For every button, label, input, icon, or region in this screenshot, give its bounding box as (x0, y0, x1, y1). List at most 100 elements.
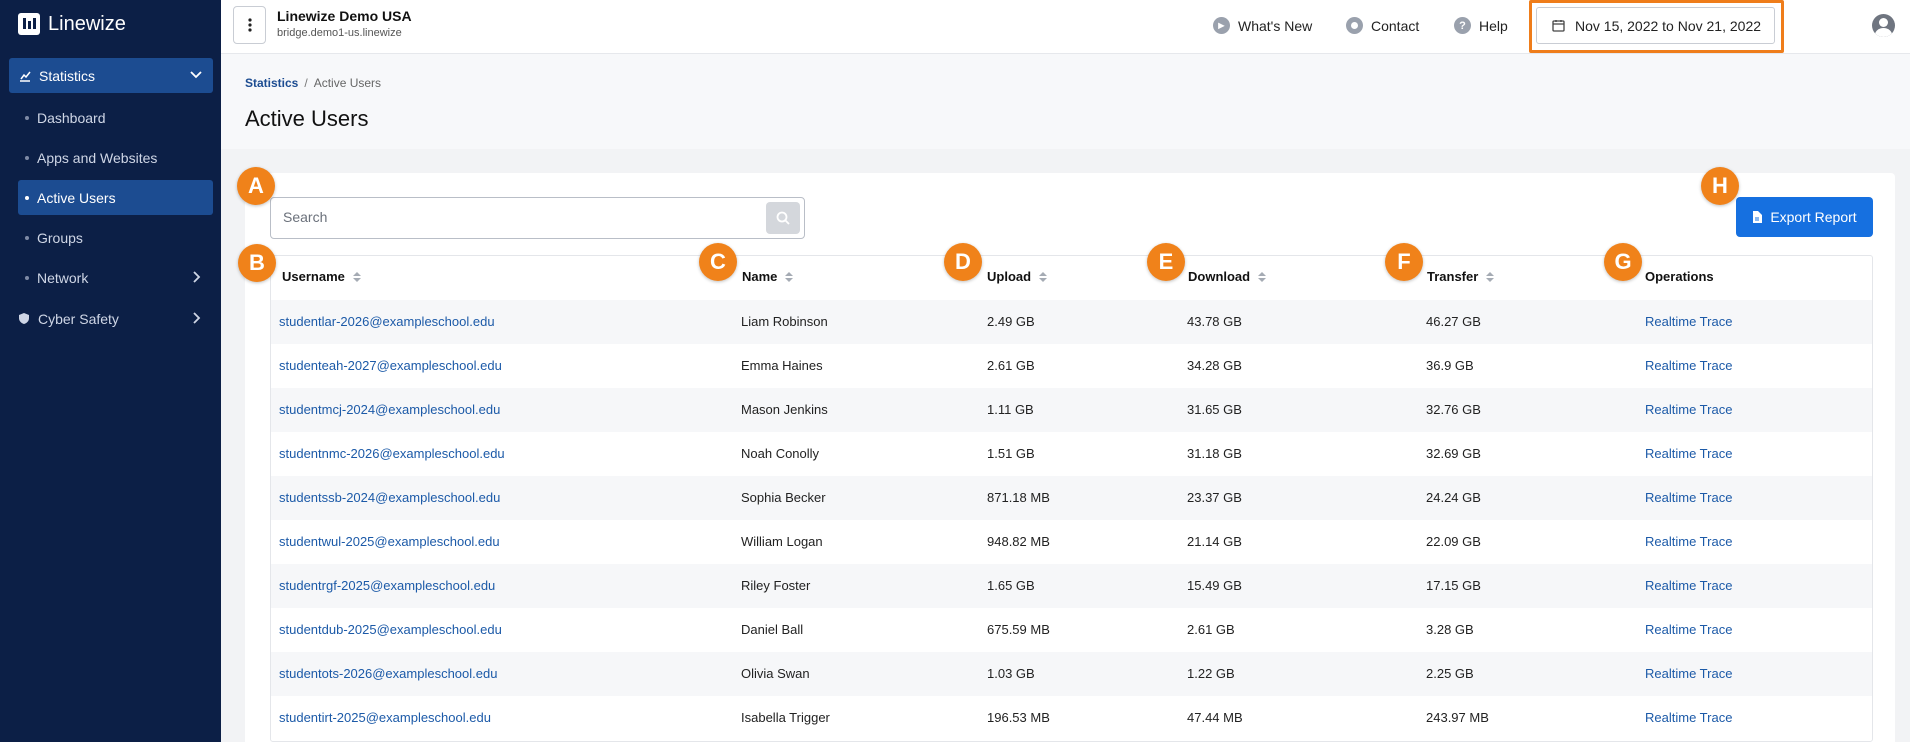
realtime-trace-link[interactable]: Realtime Trace (1645, 490, 1732, 505)
sort-icon (1486, 271, 1495, 282)
table-row: studenteah-2027@exampleschool.edu Emma Ha… (271, 344, 1872, 388)
cell-upload: 1.03 GB (987, 666, 1035, 681)
sidebar-item-dashboard[interactable]: Dashboard (18, 100, 213, 135)
table-row: studentmcj-2024@exampleschool.edu Mason J… (271, 388, 1872, 432)
realtime-trace-link[interactable]: Realtime Trace (1645, 402, 1732, 417)
cell-username[interactable]: studentlar-2026@exampleschool.edu (279, 314, 495, 329)
cell-name: Noah Conolly (741, 446, 820, 461)
cell-upload: 871.18 MB (987, 490, 1050, 505)
cell-transfer: 32.76 GB (1426, 402, 1481, 417)
sidebar-item-groups[interactable]: Groups (18, 220, 213, 255)
cell-username[interactable]: studentnmc-2026@exampleschool.edu (279, 446, 505, 461)
sidebar-section-statistics[interactable]: Statistics (9, 58, 213, 93)
cell-upload: 196.53 MB (987, 710, 1050, 725)
sidebar-item-network[interactable]: Network (18, 260, 213, 295)
contact-label: Contact (1371, 17, 1420, 34)
brand-logo[interactable]: Linewize (18, 12, 126, 36)
table-row: studentdub-2025@exampleschool.edu Daniel … (271, 608, 1872, 652)
cell-name: Sophia Becker (741, 490, 826, 505)
cell-upload: 948.82 MB (987, 534, 1050, 549)
sort-icon (1039, 271, 1048, 282)
table-row: studentrgf-2025@exampleschool.edu Riley F… (271, 564, 1872, 608)
linewize-logo-icon (18, 13, 40, 35)
sidebar-item-label: Active Users (37, 189, 116, 206)
cell-name: Daniel Ball (741, 622, 804, 637)
cell-name: Riley Foster (741, 578, 811, 593)
date-range-label: Nov 15, 2022 to Nov 21, 2022 (1575, 17, 1762, 34)
column-header-name[interactable]: Name (742, 269, 794, 284)
realtime-trace-link[interactable]: Realtime Trace (1645, 446, 1732, 461)
cell-download: 43.78 GB (1187, 314, 1242, 329)
chat-icon (1346, 17, 1363, 34)
column-header-download[interactable]: Download (1188, 269, 1267, 284)
cell-transfer: 46.27 GB (1426, 314, 1481, 329)
table-row: studentwul-2025@exampleschool.edu William… (271, 520, 1872, 564)
cell-username[interactable]: studentrgf-2025@exampleschool.edu (279, 578, 495, 593)
cell-username[interactable]: studentssb-2024@exampleschool.edu (279, 490, 500, 505)
cell-username[interactable]: studentdub-2025@exampleschool.edu (279, 622, 502, 637)
cell-username[interactable]: studentwul-2025@exampleschool.edu (279, 534, 500, 549)
column-header-transfer[interactable]: Transfer (1427, 269, 1495, 284)
breadcrumb-separator: / (304, 76, 308, 90)
cell-transfer: 17.15 GB (1426, 578, 1481, 593)
cell-username[interactable]: studentmcj-2024@exampleschool.edu (279, 402, 500, 417)
kebab-menu-icon (247, 18, 252, 32)
cell-username[interactable]: studentirt-2025@exampleschool.edu (279, 710, 491, 725)
cell-name: Emma Haines (741, 358, 823, 373)
user-avatar-icon[interactable] (1872, 14, 1895, 37)
search-input[interactable] (283, 209, 733, 225)
realtime-trace-link[interactable]: Realtime Trace (1645, 358, 1732, 373)
sidebar-item-cyber-safety[interactable]: Cyber Safety (18, 301, 213, 336)
annotation-badge-a: A (237, 167, 275, 205)
chevron-right-icon (193, 271, 201, 283)
search-icon (776, 211, 790, 225)
brand-name: Linewize (48, 12, 126, 35)
cell-download: 34.28 GB (1187, 358, 1242, 373)
cell-upload: 1.11 GB (987, 402, 1034, 417)
cell-name: Mason Jenkins (741, 402, 828, 417)
more-menu-button[interactable] (233, 6, 266, 44)
realtime-trace-link[interactable]: Realtime Trace (1645, 666, 1732, 681)
search-box (270, 197, 805, 239)
annotation-badge-g: G (1604, 243, 1642, 281)
org-host: bridge.demo1-us.linewize (277, 27, 402, 39)
calendar-icon (1552, 20, 1565, 32)
breadcrumb-statistics-link[interactable]: Statistics (245, 76, 298, 90)
cell-username[interactable]: studenteah-2027@exampleschool.edu (279, 358, 502, 373)
export-report-button[interactable]: Export Report (1736, 197, 1873, 237)
table-row: studentirt-2025@exampleschool.edu Isabell… (271, 696, 1872, 740)
search-button[interactable] (766, 202, 800, 234)
org-name: Linewize Demo USA (277, 8, 412, 24)
date-range-picker[interactable]: Nov 15, 2022 to Nov 21, 2022 (1536, 7, 1775, 44)
contact-link[interactable]: Contact (1346, 17, 1419, 34)
sidebar-item-apps-and-websites[interactable]: Apps and Websites (18, 140, 213, 175)
sidebar-item-active-users[interactable]: Active Users (18, 180, 213, 215)
realtime-trace-link[interactable]: Realtime Trace (1645, 622, 1732, 637)
realtime-trace-link[interactable]: Realtime Trace (1645, 534, 1732, 549)
cell-download: 21.14 GB (1187, 534, 1242, 549)
cell-name: Olivia Swan (741, 666, 810, 681)
cell-upload: 2.49 GB (987, 314, 1035, 329)
table-row: studentnmc-2026@exampleschool.edu Noah Co… (271, 432, 1872, 476)
realtime-trace-link[interactable]: Realtime Trace (1645, 578, 1732, 593)
bullet-icon (25, 115, 29, 120)
cell-upload: 1.65 GB (987, 578, 1035, 593)
whats-new-link[interactable]: ► What's New (1213, 17, 1312, 34)
table-row: studentots-2026@exampleschool.edu Olivia … (271, 652, 1872, 696)
bullet-icon (25, 275, 29, 280)
sidebar-item-label: Dashboard (37, 109, 106, 126)
document-icon (1753, 211, 1763, 223)
help-link[interactable]: ? Help (1454, 17, 1508, 34)
cell-transfer: 243.97 MB (1426, 710, 1489, 725)
column-header-username[interactable]: Username (282, 269, 361, 284)
realtime-trace-link[interactable]: Realtime Trace (1645, 314, 1732, 329)
annotation-badge-e: E (1147, 243, 1185, 281)
cell-download: 1.22 GB (1187, 666, 1235, 681)
realtime-trace-link[interactable]: Realtime Trace (1645, 710, 1732, 725)
column-header-upload[interactable]: Upload (987, 269, 1048, 284)
cell-username[interactable]: studentots-2026@exampleschool.edu (279, 666, 497, 681)
cell-download: 2.61 GB (1187, 622, 1235, 637)
sidebar-item-label: Apps and Websites (37, 149, 158, 166)
cell-download: 31.65 GB (1187, 402, 1242, 417)
sidebar-item-label: Cyber Safety (38, 310, 119, 327)
